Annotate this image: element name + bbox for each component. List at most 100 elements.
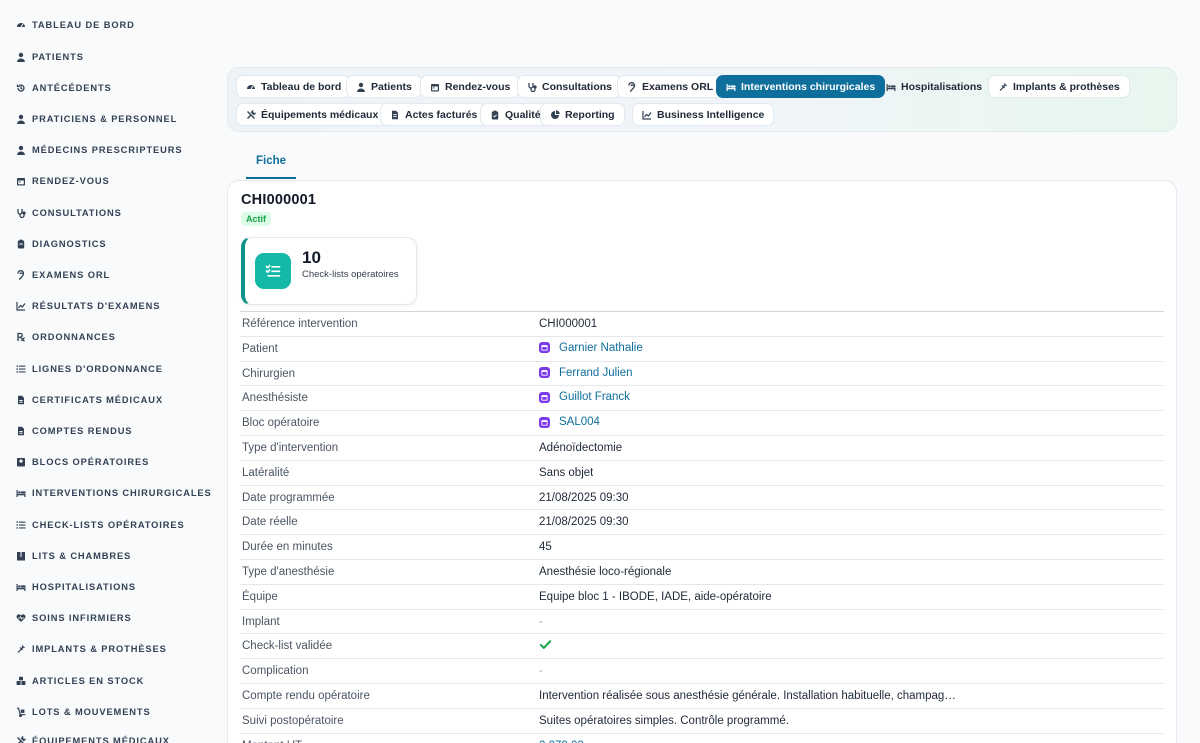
- detail-link[interactable]: SAL004: [539, 416, 600, 428]
- module-tab-row2-4[interactable]: Business Intelligence: [632, 103, 775, 126]
- detail-link[interactable]: Garnier Nathalie: [539, 342, 643, 354]
- sidebar-item-label: EXAMENS ORL: [32, 270, 111, 280]
- module-tab-row1-3[interactable]: Consultations: [517, 75, 622, 98]
- detail-label: Référence intervention: [242, 318, 358, 330]
- tab-fiche[interactable]: Fiche: [246, 144, 296, 179]
- detail-label: Type d'intervention: [242, 441, 339, 454]
- sidebar-item-11[interactable]: LIGNES D'ORDONNANCE: [16, 359, 163, 379]
- sidebar-item-label: COMPTES RENDUS: [32, 426, 133, 436]
- detail-row: Référence intervention CHI000001: [240, 311, 1164, 336]
- detail-link-text: Ferrand Julien: [559, 366, 633, 379]
- sidebar-item-label: RÉSULTATS D'EXAMENS: [32, 301, 161, 311]
- detail-value[interactable]: 2 070,00: [539, 740, 584, 743]
- sidebar-item-label: CHECK-LISTS OPÉRATOIRES: [32, 520, 185, 530]
- detail-label: Anesthésiste: [242, 392, 308, 405]
- detail-link[interactable]: Guillot Franck: [539, 391, 630, 403]
- sidebar-item-21[interactable]: ARTICLES EN STOCK: [16, 671, 144, 691]
- sidebar-item-label: MÉDECINS PRESCRIPTEURS: [32, 145, 183, 155]
- boxes-icon: [16, 676, 26, 686]
- tools-icon: [16, 736, 26, 743]
- sidebar-item-label: PRATICIENS & PERSONNEL: [32, 114, 178, 124]
- detail-link[interactable]: Ferrand Julien: [539, 367, 633, 379]
- module-tab-row2-1[interactable]: Actes facturés: [380, 103, 488, 126]
- detail-row: Type d'anesthésie Anesthésie loco-régiona…: [240, 558, 1164, 584]
- sidebar-item-label: BLOCS OPÉRATOIRES: [32, 457, 150, 467]
- sidebar-item-22[interactable]: LOTS & MOUVEMENTS: [16, 702, 151, 722]
- sidebar-item-0[interactable]: TABLEAU DE BORD: [16, 15, 135, 35]
- module-tab-label: Patients: [371, 80, 412, 93]
- prescription-icon: [16, 332, 26, 342]
- sidebar-item-1[interactable]: PATIENTS: [16, 47, 84, 67]
- sidebar-item-19[interactable]: SOINS INFIRMIERS: [16, 608, 132, 628]
- sidebar-item-2[interactable]: ANTÉCÉDENTS: [16, 78, 112, 98]
- sidebar-item-14[interactable]: BLOCS OPÉRATOIRES: [16, 452, 149, 472]
- gauge-icon: [16, 20, 26, 30]
- sidebar-item-13[interactable]: COMPTES RENDUS: [16, 421, 132, 441]
- detail-label: Bloc opératoire: [242, 417, 320, 430]
- detail-row: Suivi postopératoire Suites opératoires s…: [240, 707, 1164, 733]
- sidebar-item-6[interactable]: CONSULTATIONS: [16, 203, 122, 223]
- detail-label: Date réelle: [242, 516, 298, 529]
- detail-value: Équipe bloc 1 - IBODE, IADE, aide-opérat…: [539, 590, 772, 603]
- sidebar-item-16[interactable]: CHECK-LISTS OPÉRATOIRES: [16, 515, 185, 535]
- module-tab-label: Qualité: [505, 108, 541, 121]
- sidebar-item-18[interactable]: HOSPITALISATIONS: [16, 577, 136, 597]
- sidebar-item-3[interactable]: PRATICIENS & PERSONNEL: [16, 109, 177, 129]
- calendar-icon: [539, 367, 550, 379]
- record-title: CHI000001: [241, 192, 317, 208]
- calendar-icon: [539, 342, 550, 354]
- user-icon: [356, 82, 366, 92]
- module-tab-label: Reporting: [565, 108, 615, 121]
- sidebar-item-12[interactable]: CERTIFICATS MÉDICAUX: [16, 390, 163, 410]
- bed-icon: [726, 82, 736, 92]
- module-tab-row2-3[interactable]: Reporting: [540, 103, 625, 126]
- sidebar-item-17[interactable]: LITS & CHAMBRES: [16, 546, 131, 566]
- sidebar-item-20[interactable]: IMPLANTS & PROTHÈSES: [16, 639, 167, 659]
- stat-card-checklists[interactable]: 10 Check-lists opératoires: [241, 237, 417, 305]
- module-tab-row1-7[interactable]: Implants & prothèses: [988, 75, 1130, 98]
- detail-row: Équipe Équipe bloc 1 - IBODE, IADE, aide-…: [240, 583, 1164, 609]
- sidebar-item-7[interactable]: DIAGNOSTICS: [16, 234, 106, 254]
- chart-line-icon: [16, 301, 26, 311]
- detail-link-text: Guillot Franck: [559, 391, 630, 404]
- detail-row: Anesthésiste Guillot Franck: [240, 385, 1164, 410]
- sidebar-item-label: ANTÉCÉDENTS: [32, 83, 112, 93]
- detail-row: Bloc opératoire SAL004: [240, 410, 1164, 435]
- sidebar-item-5[interactable]: RENDEZ-VOUS: [16, 171, 110, 191]
- detail-row: Patient Garnier Nathalie: [240, 335, 1164, 361]
- details-table: Référence intervention CHI000001 Patient Ga…: [240, 311, 1164, 743]
- detail-value: 21/08/2025 09:30: [539, 516, 629, 529]
- module-tab-row1-5[interactable]: Interventions chirurgicales: [716, 75, 886, 98]
- module-tab-row1-0[interactable]: Tableau de bord: [236, 75, 352, 98]
- list-icon: [16, 364, 26, 374]
- file-invoice-icon: [390, 110, 400, 120]
- implant-icon: [16, 644, 26, 654]
- detail-row: Type d'intervention Adénoïdectomie: [240, 434, 1164, 460]
- sidebar-item-label: DIAGNOSTICS: [32, 239, 107, 249]
- module-tab-row1-4[interactable]: Examens ORL: [617, 75, 724, 98]
- sidebar-item-23[interactable]: ÉQUIPEMENTS MÉDICAUX: [16, 731, 170, 743]
- stethoscope-icon: [16, 208, 26, 218]
- detail-label: Compte rendu opératoire: [242, 689, 370, 702]
- sidebar-item-10[interactable]: ORDONNANCES: [16, 327, 116, 347]
- sidebar-item-4[interactable]: MÉDECINS PRESCRIPTEURS: [16, 140, 183, 160]
- module-tab-label: Consultations: [542, 80, 612, 93]
- module-tab-row1-2[interactable]: Rendez-vous: [420, 75, 521, 98]
- module-tabs-bar: Tableau de bord Patients Rendez-vous Consul…: [227, 67, 1177, 132]
- sidebar-item-label: HOSPITALISATIONS: [32, 582, 136, 592]
- sidebar-item-label: IMPLANTS & PROTHÈSES: [32, 644, 167, 654]
- module-tab-label: Tableau de bord: [261, 80, 342, 93]
- detail-value: Intervention réalisée sous anesthésie gé…: [539, 689, 956, 702]
- detail-row: Check-list validée: [240, 633, 1164, 658]
- sidebar-item-9[interactable]: RÉSULTATS D'EXAMENS: [16, 296, 160, 316]
- sidebar-item-8[interactable]: EXAMENS ORL: [16, 265, 110, 285]
- module-tab-row1-6[interactable]: Hospitalisations: [876, 75, 992, 98]
- detail-value: Sans objet: [539, 466, 594, 479]
- module-tab-row1-1[interactable]: Patients: [346, 75, 422, 98]
- sidebar-item-label: CERTIFICATS MÉDICAUX: [32, 395, 163, 405]
- sidebar-item-15[interactable]: INTERVENTIONS CHIRURGICALES: [16, 483, 212, 503]
- detail-label: Équipe: [242, 590, 278, 603]
- detail-value: -: [539, 615, 543, 628]
- sidebar-item-label: LIGNES D'ORDONNANCE: [32, 364, 163, 374]
- module-tab-row2-0[interactable]: Équipements médicaux: [236, 103, 389, 126]
